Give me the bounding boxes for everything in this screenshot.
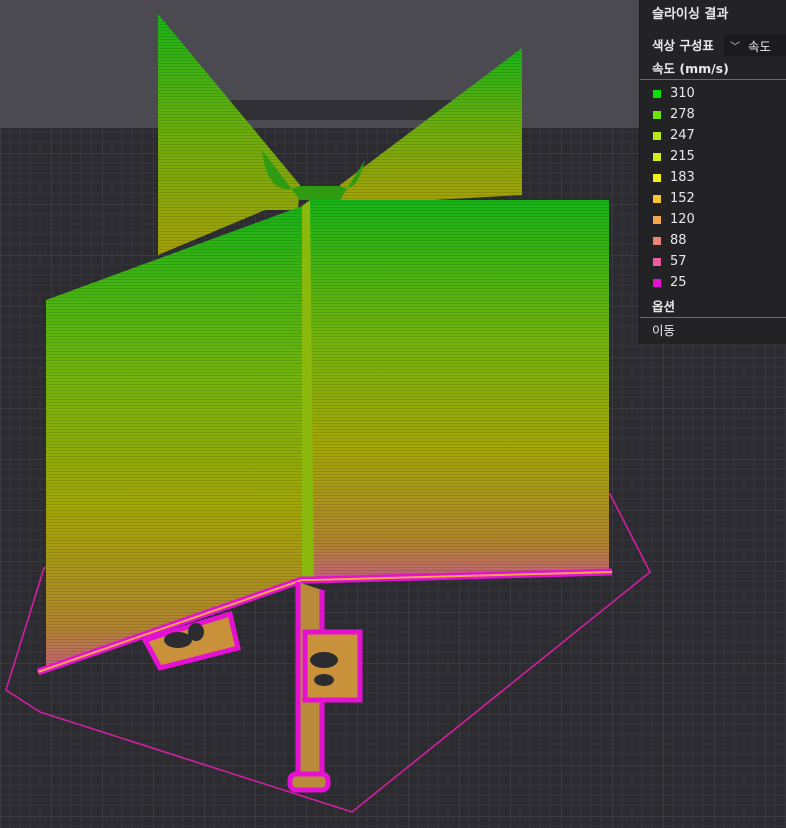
- legend-value: 310: [670, 86, 695, 101]
- legend-value: 120: [670, 212, 695, 227]
- color-scheme-value: 속도: [748, 38, 772, 54]
- legend-value: 215: [670, 149, 695, 164]
- legend-value: 152: [670, 191, 695, 206]
- front-right-wall-layers: [310, 200, 609, 580]
- legend-item: 310: [640, 83, 786, 104]
- option-travel[interactable]: 이동: [640, 318, 786, 344]
- legend-swatch: [653, 278, 661, 287]
- legend-swatch: [653, 257, 661, 266]
- label-tab-left-hole-2: [188, 623, 204, 641]
- label-tab-right-hole: [310, 652, 338, 668]
- panel-title: 슬라이싱 결과: [652, 7, 729, 22]
- label-tab-left-hole: [164, 632, 192, 648]
- legend-value: 57: [670, 254, 687, 269]
- label-tab-right-hole-2: [314, 674, 334, 686]
- legend-item: 25: [640, 272, 786, 293]
- legend-item: 247: [640, 125, 786, 146]
- chevron-down-icon: ﹀: [730, 41, 740, 53]
- legend-value: 88: [670, 233, 687, 248]
- stem-foot: [287, 771, 331, 793]
- legend-swatch: [653, 110, 661, 119]
- legend-item: 152: [640, 188, 786, 209]
- legend-item: 278: [640, 104, 786, 125]
- slice-result-panel: 슬라이싱 결과 색상 구성표 ﹀ 속도 속도 (mm/s) 310 278 24…: [639, 0, 786, 344]
- legend-item: 215: [640, 146, 786, 167]
- legend-swatch: [653, 89, 661, 98]
- legend-value: 183: [670, 170, 695, 185]
- legend-value: 278: [670, 107, 695, 122]
- legend-item: 57: [640, 251, 786, 272]
- color-scheme-row: 색상 구성표 ﹀ 속도: [640, 30, 786, 58]
- legend-item: 88: [640, 230, 786, 251]
- legend-value: 247: [670, 128, 695, 143]
- legend-value: 25: [670, 275, 687, 290]
- legend-swatch: [653, 173, 661, 182]
- legend-swatch: [653, 236, 661, 245]
- options-header: 옵션: [640, 296, 786, 318]
- legend-header: 속도 (mm/s): [640, 58, 786, 80]
- color-scheme-label: 색상 구성표: [652, 37, 714, 53]
- legend-list: 310 278 247 215 183 152 120 88 57 25: [640, 82, 786, 293]
- legend-item: 183: [640, 167, 786, 188]
- legend-item: 120: [640, 209, 786, 230]
- legend-swatch: [653, 215, 661, 224]
- color-scheme-dropdown[interactable]: ﹀ 속도: [724, 34, 786, 56]
- legend-swatch: [653, 194, 661, 203]
- legend-swatch: [653, 152, 661, 161]
- legend-swatch: [653, 131, 661, 140]
